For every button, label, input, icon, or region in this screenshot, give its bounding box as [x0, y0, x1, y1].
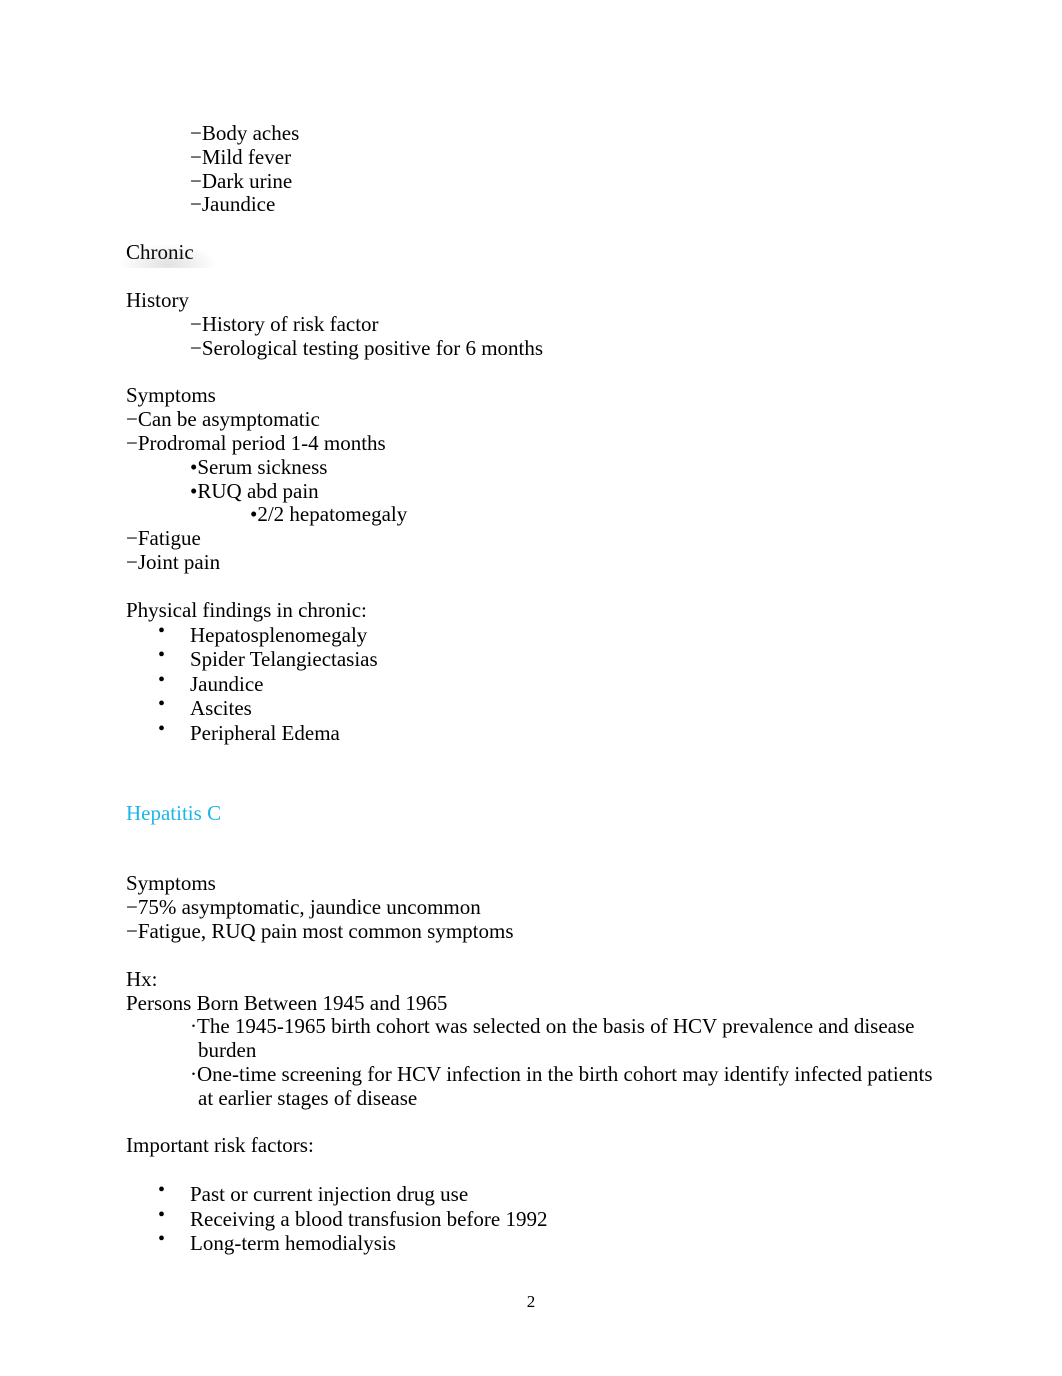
list-item: • Hepatosplenomegaly	[126, 620, 941, 648]
list-item: • Ascites	[126, 693, 941, 721]
list-item-label: Hepatosplenomegaly	[190, 622, 368, 647]
list-item-label: Past or current injection drug use	[190, 1182, 469, 1207]
risk-factors-list: • Past or current injection drug use • Rec…	[126, 1179, 941, 1256]
list-item: • Peripheral Edema	[126, 718, 941, 746]
list-item: −Jaundice	[190, 192, 276, 217]
list-item: •2/2 hepatomegaly	[250, 502, 408, 527]
acute-symptoms-list: −Body aches −Mild fever −Dark urine −Jau…	[126, 121, 941, 217]
list-item: ·One-time screening for HCV infection in…	[190, 1061, 933, 1110]
hepatitis-c-heading: Hepatitis C	[126, 800, 222, 825]
hepc-symptoms-list: −75% asymptomatic, jaundice uncommon −Fa…	[126, 895, 941, 944]
list-item: • Jaundice	[126, 669, 941, 697]
history-list: −History of risk factor −Serological tes…	[126, 311, 941, 361]
list-item: • Long-term hemodialysis	[126, 1228, 941, 1256]
bullet-icon: •	[158, 693, 166, 716]
document-body: −Body aches −Mild fever −Dark urine −Jau…	[120, 121, 941, 1256]
bullet-icon: •	[158, 1228, 166, 1251]
list-item: −Dark urine	[190, 168, 293, 193]
list-item-label: Jaundice	[190, 671, 264, 696]
list-item: • Past or current injection drug use	[126, 1179, 941, 1207]
list-item-label: Peripheral Edema	[190, 720, 340, 745]
bullet-icon: •	[158, 1179, 166, 1202]
list-item: −Fatigue	[126, 526, 201, 551]
page-number: 2	[526, 1292, 536, 1311]
list-item: • Spider Telangiectasias	[126, 644, 941, 672]
hx-subheading: Persons Born Between 1945 and 1965	[126, 990, 448, 1015]
list-item-label: Spider Telangiectasias	[190, 647, 378, 672]
list-item: • Receiving a blood transfusion before 19…	[126, 1204, 941, 1232]
risk-factors-label: Important risk factors:	[126, 1133, 314, 1158]
physical-findings-list: • Hepatosplenomegaly • Spider Telangiectas…	[126, 620, 941, 746]
list-item: ·The 1945-1965 birth cohort was selected…	[190, 1014, 915, 1063]
hepc-symptoms-label: Symptoms	[126, 871, 216, 896]
bullet-icon: •	[158, 717, 166, 740]
physical-findings-label: Physical findings in chronic:	[126, 597, 367, 622]
bullet-icon: •	[158, 1203, 166, 1226]
list-item: −Joint pain	[126, 549, 221, 574]
chronic-symptoms-label: Symptoms	[126, 383, 216, 408]
chronic-symptoms-list: −Can be asymptomatic −Prodromal period 1…	[126, 407, 941, 575]
list-item: −75% asymptomatic, jaundice uncommon	[126, 895, 481, 920]
list-item: −History of risk factor	[190, 311, 379, 336]
bullet-icon: •	[158, 619, 166, 642]
hx-label: Hx:	[126, 966, 158, 991]
history-label: History	[126, 287, 189, 312]
list-item: −Serological testing positive for 6 mont…	[190, 335, 544, 360]
list-item-label: Long-term hemodialysis	[190, 1231, 396, 1256]
list-item: •Serum sickness	[190, 454, 328, 479]
chronic-heading-label: Chronic	[126, 240, 194, 265]
list-item: −Mild fever	[190, 144, 292, 169]
list-item: −Prodromal period 1-4 months	[126, 430, 386, 455]
list-item: •RUQ abd pain	[190, 478, 319, 503]
list-item-label: Receiving a blood transfusion before 199…	[190, 1206, 548, 1231]
list-item: −Fatigue, RUQ pain most common symptoms	[126, 918, 514, 943]
list-item-label: Ascites	[190, 696, 252, 721]
document-page: −Body aches −Mild fever −Dark urine −Jau…	[0, 0, 1062, 1376]
bullet-icon: •	[158, 644, 166, 667]
list-item: −Body aches	[190, 121, 300, 145]
bullet-icon: •	[158, 668, 166, 691]
hx-notes-list: ·The 1945-1965 birth cohort was selected…	[126, 1014, 941, 1110]
chronic-heading: Chronic	[120, 240, 941, 269]
list-item: −Can be asymptomatic	[126, 407, 320, 432]
